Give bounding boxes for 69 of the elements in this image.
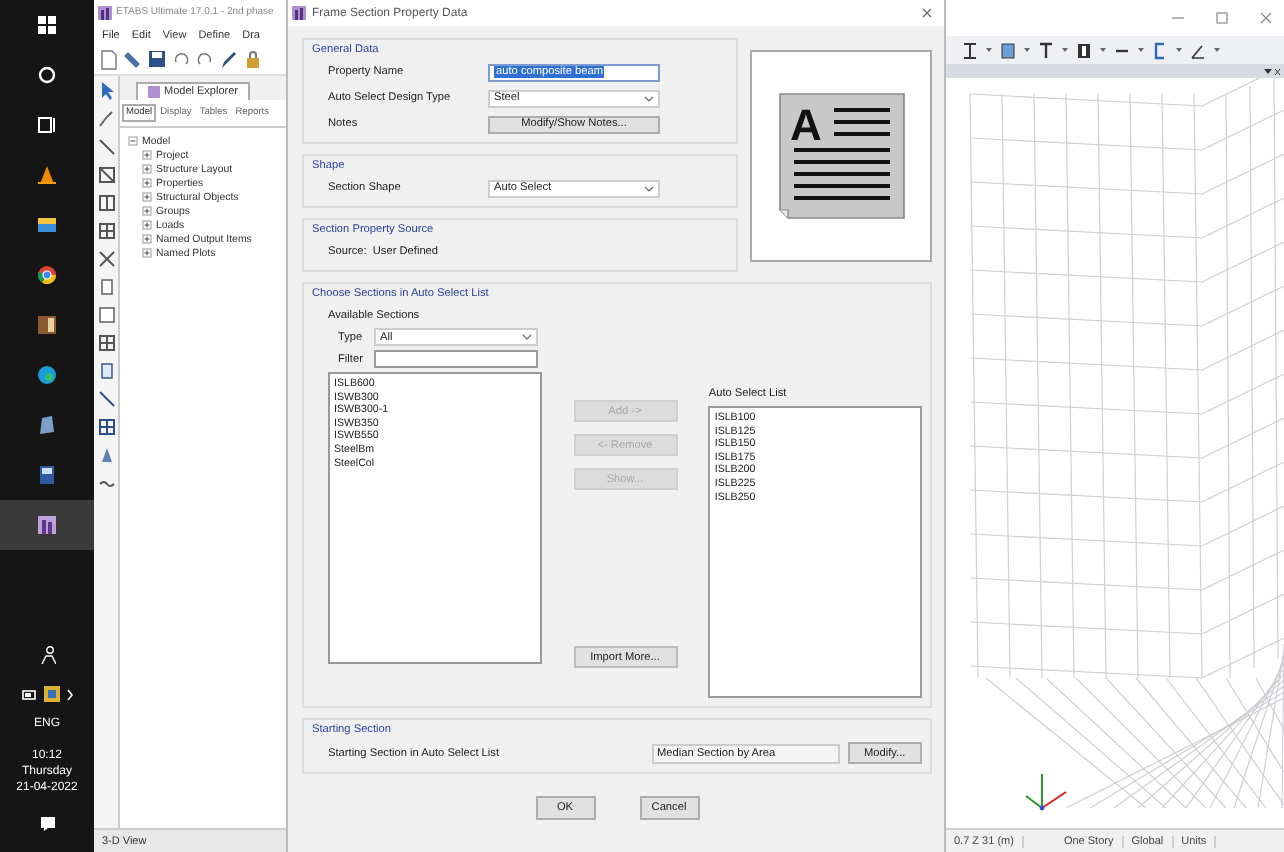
grid-icon[interactable] — [97, 222, 115, 240]
notification-icon[interactable] — [39, 816, 55, 832]
etabs-icon — [292, 6, 306, 20]
tool-icon[interactable] — [97, 110, 115, 128]
caret-icon[interactable] — [1100, 48, 1106, 52]
i-beam-icon[interactable] — [962, 41, 978, 59]
caret-icon — [644, 95, 654, 101]
grid-icon[interactable] — [97, 418, 115, 436]
square-icon[interactable] — [97, 306, 115, 324]
grid-icon[interactable] — [97, 334, 115, 352]
caret-icon — [644, 185, 654, 191]
square-icon[interactable] — [1000, 41, 1016, 59]
task-view-icon[interactable] — [38, 116, 56, 134]
box-icon[interactable] — [1076, 41, 1092, 59]
app-icon[interactable] — [38, 416, 56, 434]
pointer-icon[interactable] — [97, 82, 115, 100]
photo-app-icon[interactable] — [38, 316, 56, 334]
caret-icon[interactable] — [1062, 48, 1068, 52]
pane-menu-icon[interactable] — [1264, 67, 1280, 75]
maximize-icon[interactable] — [1216, 12, 1228, 24]
caret-icon[interactable] — [1176, 48, 1182, 52]
line-icon[interactable] — [97, 390, 115, 408]
expand-icon[interactable] — [142, 220, 152, 230]
angle-icon[interactable] — [1190, 41, 1206, 59]
save-icon[interactable] — [148, 50, 166, 70]
input-field[interactable] — [374, 350, 538, 368]
new-file-icon[interactable] — [100, 50, 118, 70]
caret-icon[interactable] — [986, 48, 992, 52]
caret-icon[interactable] — [1138, 48, 1144, 52]
battery-icon[interactable] — [21, 689, 37, 699]
frame-icon[interactable] — [97, 194, 115, 212]
expand-icon[interactable] — [142, 178, 152, 188]
axes-icon — [1022, 768, 1070, 812]
lock-icon[interactable] — [244, 50, 262, 70]
app-icon[interactable] — [38, 466, 56, 484]
frame-icon[interactable] — [97, 166, 115, 184]
line-icon[interactable] — [97, 138, 115, 156]
expand-icon[interactable] — [142, 150, 152, 160]
windows-icon[interactable] — [38, 16, 56, 34]
etabs-icon[interactable] — [38, 516, 56, 534]
channel-icon[interactable] — [1152, 41, 1168, 59]
caret-icon[interactable] — [1214, 48, 1220, 52]
rectangle-icon[interactable] — [97, 362, 115, 380]
search-icon[interactable] — [38, 66, 56, 84]
folder-icon[interactable] — [38, 216, 56, 234]
caret-icon — [522, 334, 532, 340]
close-icon[interactable] — [922, 8, 932, 18]
chevron-icon[interactable] — [65, 687, 73, 701]
etabs-icon — [98, 5, 112, 19]
expand-icon[interactable] — [142, 248, 152, 258]
redo-icon[interactable] — [196, 50, 214, 70]
page-icon[interactable] — [97, 278, 115, 296]
pencil-icon[interactable] — [220, 50, 238, 70]
expand-icon[interactable] — [142, 234, 152, 244]
undo-icon[interactable] — [172, 50, 190, 70]
people-icon[interactable] — [39, 646, 55, 664]
expand-icon[interactable] — [142, 164, 152, 174]
tee-icon[interactable] — [1038, 41, 1054, 59]
edge-icon[interactable] — [38, 366, 56, 384]
section-preview-drawing: A — [777, 92, 906, 220]
expand-icon[interactable] — [142, 206, 152, 216]
etabs-icon — [148, 86, 160, 98]
caret-icon[interactable] — [1024, 48, 1030, 52]
collapse-icon[interactable] — [128, 136, 138, 146]
cone-icon[interactable] — [38, 166, 56, 184]
close-icon[interactable] — [1260, 12, 1272, 24]
cross-icon[interactable] — [97, 250, 115, 268]
expand-icon[interactable] — [142, 192, 152, 202]
browser-icon[interactable] — [38, 266, 56, 284]
